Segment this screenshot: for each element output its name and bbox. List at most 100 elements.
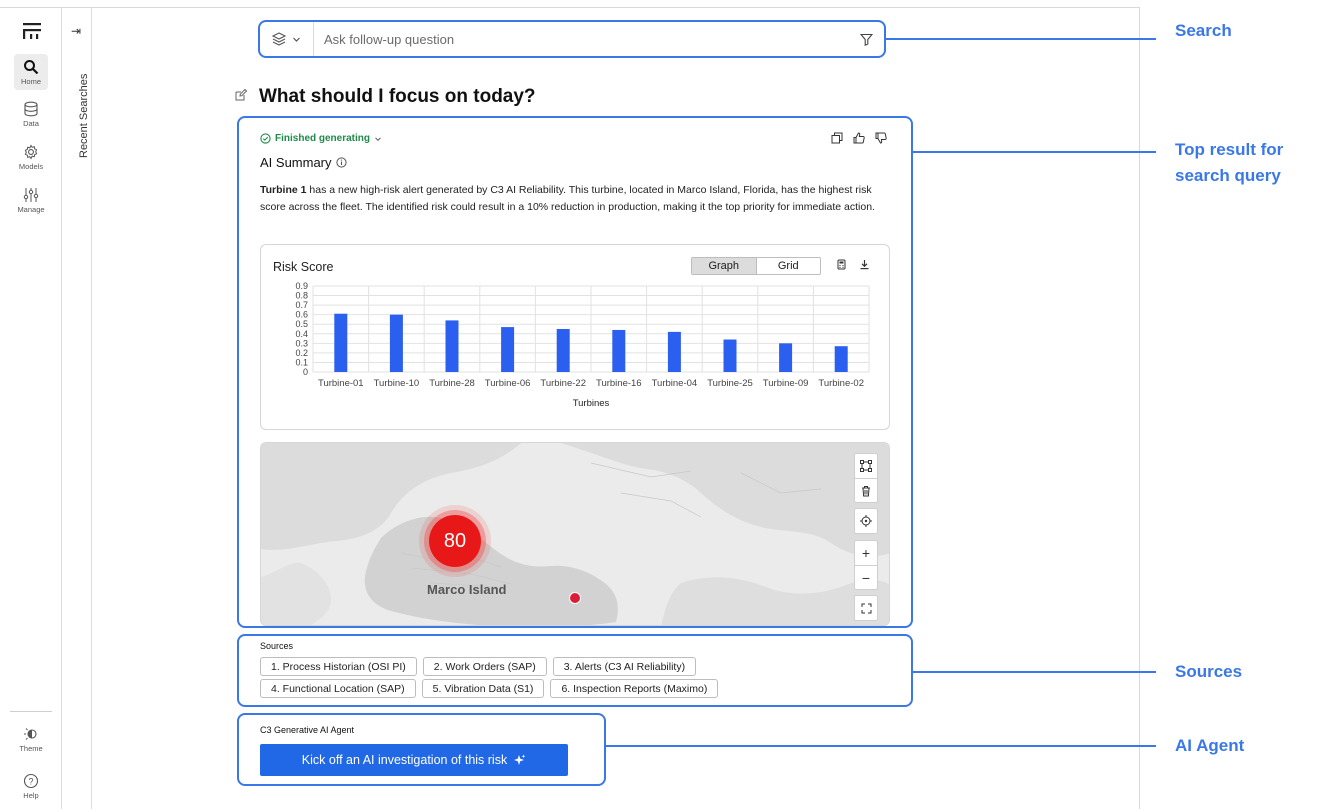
rail-divider: [10, 711, 52, 712]
start-investigation-button[interactable]: Kick off an AI investigation of this ris…: [260, 744, 568, 776]
plus-icon: +: [861, 545, 871, 561]
source-chip[interactable]: 6. Inspection Reports (Maximo): [550, 679, 719, 698]
draw-polygon-icon: [860, 460, 872, 472]
status-text: Finished generating: [275, 133, 371, 144]
rail-item-theme[interactable]: Theme: [14, 721, 48, 757]
grid-view-button[interactable]: Grid: [757, 258, 821, 274]
rail-item-label: Data: [23, 118, 39, 128]
map-draw-controls: [854, 453, 878, 503]
copy-icon[interactable]: [831, 132, 843, 144]
rail-item-data[interactable]: Data: [14, 96, 48, 132]
thumbs-down-icon[interactable]: [875, 132, 887, 144]
bar: [779, 343, 793, 372]
annotation-line: [886, 38, 1156, 40]
rail-item-manage[interactable]: Manage: [14, 182, 48, 218]
map-view[interactable]: 80 Marco Island + −: [260, 442, 890, 626]
chevron-down-icon: [293, 37, 300, 42]
zoom-out-button[interactable]: −: [855, 565, 877, 589]
delete-shape-button[interactable]: [855, 478, 877, 502]
y-tick-label: 0: [303, 367, 308, 377]
y-tick-label: 0.3: [295, 338, 308, 348]
sources-row: 1. Process Historian (OSI PI) 2. Work Or…: [260, 657, 697, 676]
trash-icon: [862, 485, 870, 496]
bar: [389, 314, 403, 372]
help-icon: ?: [23, 773, 39, 788]
rail-item-models[interactable]: Models: [14, 139, 48, 175]
turbine-pin-marker[interactable]: [569, 592, 581, 604]
sources-row: 4. Functional Location (SAP) 5. Vibratio…: [260, 679, 719, 698]
source-chip[interactable]: 4. Functional Location (SAP): [260, 679, 416, 698]
x-tick-label: Turbine-10: [374, 378, 420, 389]
source-chip[interactable]: 1. Process Historian (OSI PI): [260, 657, 417, 676]
y-tick-label: 0.5: [295, 319, 308, 329]
thumbs-up-icon[interactable]: [853, 132, 865, 144]
y-tick-label: 0.2: [295, 348, 308, 358]
source-chip[interactable]: 5. Vibration Data (S1): [421, 679, 545, 698]
search-icon: [24, 59, 39, 74]
source-chip[interactable]: 3. Alerts (C3 AI Reliability): [552, 657, 697, 676]
summary-highlight: Turbine 1: [260, 184, 307, 196]
svg-text:?: ?: [28, 776, 33, 786]
recent-searches-label[interactable]: Recent Searches: [78, 62, 90, 158]
annotation-top-result-line1: Top result for: [1175, 140, 1284, 159]
locate-button[interactable]: [855, 509, 877, 533]
source-chip[interactable]: 2. Work Orders (SAP): [422, 657, 547, 676]
search-input[interactable]: [314, 22, 848, 56]
x-tick-label: Turbine-06: [485, 378, 531, 389]
fullscreen-button[interactable]: [855, 596, 877, 620]
crosshair-icon: [860, 515, 872, 527]
x-tick-label: Turbine-25: [707, 378, 753, 389]
summary-text: Turbine 1 has a new high-risk alert gene…: [260, 182, 892, 216]
page-title: What should I focus on today?: [259, 86, 536, 107]
agent-title: C3 Generative AI Agent: [260, 725, 355, 735]
zoom-in-button[interactable]: +: [855, 541, 877, 565]
chart-title: Risk Score: [273, 260, 334, 274]
filter-button[interactable]: [848, 33, 884, 46]
annotation-agent: AI Agent: [1175, 736, 1245, 755]
calculator-icon[interactable]: [836, 259, 847, 270]
rail-item-label: Theme: [19, 743, 43, 753]
rail-item-label: Manage: [17, 204, 45, 214]
draw-shape-button[interactable]: [855, 454, 877, 478]
y-tick-label: 0.4: [295, 329, 308, 339]
rail-item-label: Models: [18, 161, 44, 171]
graph-view-button[interactable]: Graph: [692, 258, 757, 274]
bar: [723, 339, 737, 372]
map-place-label: Marco Island: [427, 582, 507, 597]
download-icon[interactable]: [859, 259, 870, 270]
edit-icon[interactable]: [235, 89, 247, 101]
expand-panel-icon[interactable]: ⇥: [71, 24, 81, 38]
zoom-controls: + −: [854, 540, 878, 590]
top-result-card: Finished generating AI Summary Turbine 1…: [237, 116, 913, 628]
fullscreen-control: [854, 595, 878, 621]
y-tick-label: 0.8: [295, 291, 308, 301]
source-selector[interactable]: [260, 22, 314, 56]
y-tick-label: 0.7: [295, 300, 308, 310]
ai-summary-title: AI Summary: [260, 155, 332, 170]
risk-score-bar-chart: 0.90.80.70.60.50.40.30.20.10 Turbine-01 Tu…: [295, 281, 870, 409]
rail-item-home[interactable]: Home: [14, 54, 48, 90]
sources-card: Sources 1. Process Historian (OSI PI) 2.…: [237, 634, 913, 707]
risk-score-chart: Risk Score Graph Grid 0.9 0.8 0.7 0.6 0.5 0.4…: [260, 244, 890, 430]
check-circle-icon: [260, 133, 271, 144]
gear-icon: [24, 144, 38, 159]
feedback-actions: [831, 132, 887, 144]
rail-item-label: Home: [20, 76, 41, 86]
left-rail: Home Data Models Manage Theme ? Help: [0, 8, 62, 809]
sliders-icon: [23, 187, 39, 202]
annotation-search: Search: [1175, 21, 1232, 40]
x-tick-label: Turbine-22: [540, 378, 586, 389]
app-logo-icon[interactable]: [22, 22, 42, 40]
rail-item-help[interactable]: ? Help: [14, 768, 48, 804]
sparkle-icon: [514, 754, 526, 765]
x-tick-label: Turbine-09: [763, 378, 809, 389]
info-icon[interactable]: [335, 157, 347, 168]
bar: [834, 346, 848, 372]
x-tick-label: Turbine-04: [652, 378, 698, 389]
generation-status[interactable]: Finished generating: [260, 133, 382, 144]
x-tick-label: Turbine-16: [596, 378, 642, 389]
rail-item-label: Help: [23, 790, 39, 800]
alert-cluster-marker[interactable]: 80: [429, 515, 481, 567]
bar: [334, 313, 348, 372]
x-axis-label: Turbines: [573, 398, 610, 409]
